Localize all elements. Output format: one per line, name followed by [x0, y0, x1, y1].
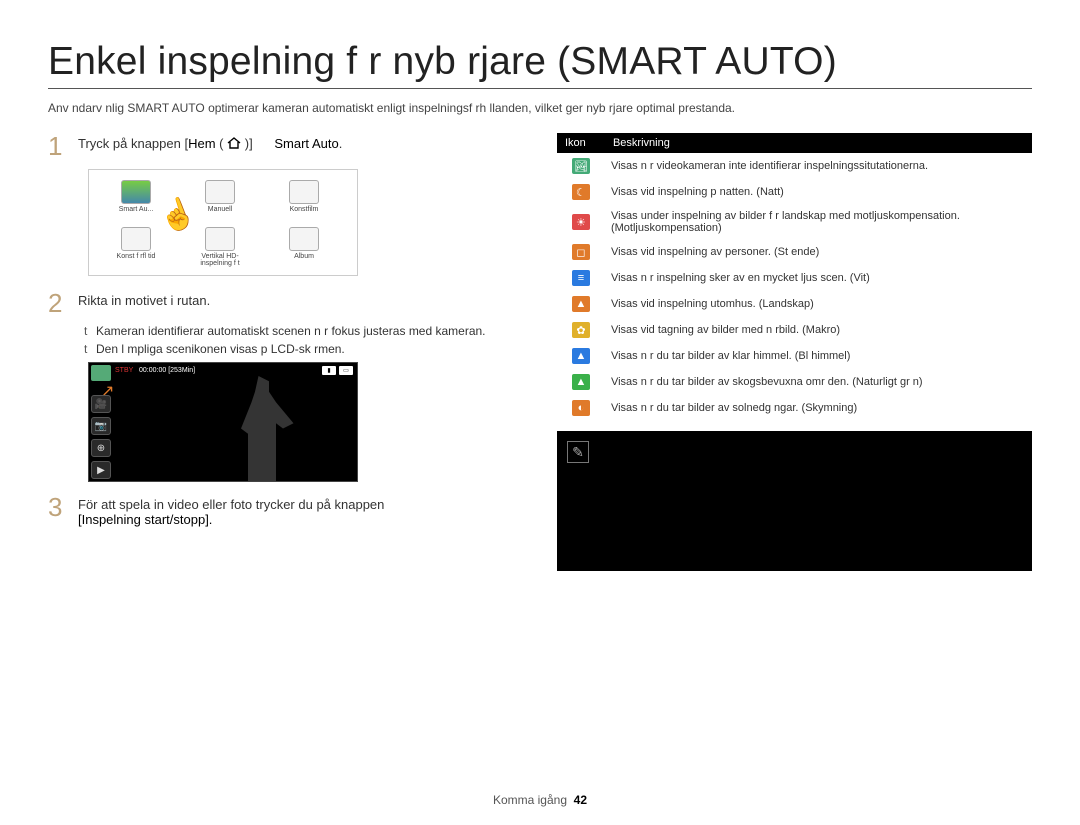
- footer-section: Komma igång: [493, 793, 567, 807]
- scene-desc: Visas n r inspelning sker av en mycket l…: [605, 265, 1032, 291]
- scene-desc: Visas vid inspelning av personer. (St en…: [605, 239, 1032, 265]
- scene-icon: ✿: [572, 322, 590, 338]
- mode-video-icon: 🎥: [91, 395, 111, 413]
- scene-desc: Visas n r du tar bilder av klar himmel. …: [605, 343, 1032, 369]
- scene-icon: ◻: [572, 244, 590, 260]
- home-icon: [227, 137, 241, 152]
- home-tile: Manuell: [189, 180, 251, 213]
- step-3: 3 För att spela in video eller foto tryc…: [48, 494, 533, 527]
- step3-text-a: För att spela in video eller foto trycke…: [78, 497, 384, 512]
- scene-desc: Visas n r du tar bilder av skogsbevuxna …: [605, 369, 1032, 395]
- table-row: ✿ Visas vid tagning av bilder med n rbild…: [557, 317, 1032, 343]
- step1-dot: .: [339, 136, 343, 151]
- scene-desc: Visas n r du tar bilder av solnedg ngar.…: [605, 395, 1032, 421]
- camera-lcd-preview: STBY 00:00:00 [253Min] ↗ 🎥 📷 ⊕ ▶ ▮ ▭: [88, 362, 358, 482]
- scene-icon: ☾: [572, 184, 590, 200]
- paren-open: (: [219, 136, 223, 151]
- table-row: ☀ Visas under inspelning av bilder f r la…: [557, 205, 1032, 239]
- step2-bullet: Kameran identifierar automatiskt scenen …: [84, 324, 533, 338]
- camera-home-screen: Smart Au...ManuellKonstfilmKonst f rfl t…: [88, 169, 358, 276]
- table-row: ▲ Visas n r du tar bilder av skogsbevuxna…: [557, 369, 1032, 395]
- scene-icon: ☀: [572, 214, 590, 230]
- scene-icon: ≡: [572, 270, 590, 286]
- page-title: Enkel inspelning f r nyb rjare (SMART AU…: [48, 40, 1032, 89]
- play-icon: ▶: [91, 461, 111, 479]
- home-tile: Konstfilm: [273, 180, 335, 213]
- paren-close: )]: [245, 136, 253, 151]
- table-row: ◻ Visas vid inspelning av personer. (St e…: [557, 239, 1032, 265]
- scene-icon-table: Ikon Beskrivning 🏞 Visas n r videokameran…: [557, 133, 1032, 421]
- scene-icon: 🏞: [572, 158, 590, 174]
- note-icon: ✎: [567, 441, 589, 463]
- scene-icon: ▲: [572, 374, 590, 390]
- scene-icon: ▲: [572, 348, 590, 364]
- intro-text: Anv ndarv nlig SMART AUTO optimerar kame…: [48, 101, 1032, 115]
- step2-text: Rikta in motivet i rutan.: [78, 290, 210, 308]
- scene-desc: Visas vid inspelning p natten. (Natt): [605, 179, 1032, 205]
- table-row: ☾ Visas vid inspelning p natten. (Natt): [557, 179, 1032, 205]
- step-number: 1: [48, 133, 68, 159]
- table-header-beskrivning: Beskrivning: [605, 133, 1032, 153]
- step-number: 3: [48, 494, 68, 520]
- step3-text-b: [Inspelning start/stopp].: [78, 512, 212, 527]
- step1-smart: Smart Auto: [274, 136, 338, 151]
- mode-photo-icon: 📷: [91, 417, 111, 435]
- step1-home: Hem: [188, 136, 215, 151]
- scene-desc: Visas vid inspelning utomhus. (Landskap): [605, 291, 1032, 317]
- preview-thumb: [91, 365, 111, 381]
- table-row: ▲ Visas n r du tar bilder av klar himmel.…: [557, 343, 1032, 369]
- footer-page: 42: [574, 793, 587, 807]
- table-row: ▲ Visas vid inspelning utomhus. (Landskap…: [557, 291, 1032, 317]
- scene-desc: Visas vid tagning av bilder med n rbild.…: [605, 317, 1032, 343]
- page-footer: Komma igång 42: [0, 793, 1080, 807]
- step-1: 1 Tryck på knappen [Hem ( )] Smart Auto.: [48, 133, 533, 159]
- table-header-ikon: Ikon: [557, 133, 605, 153]
- golfer-silhouette: [227, 376, 297, 481]
- table-row: ≡ Visas n r inspelning sker av en mycket …: [557, 265, 1032, 291]
- step2-bullet: Den l mpliga scenikonen visas p LCD-sk r…: [84, 342, 533, 356]
- table-row: 🏞 Visas n r videokameran inte identifiera…: [557, 153, 1032, 179]
- note-block: ✎: [557, 431, 1032, 571]
- step-2: 2 Rikta in motivet i rutan.: [48, 290, 533, 316]
- home-tile: Album: [273, 227, 335, 267]
- zoom-icon: ⊕: [91, 439, 111, 457]
- table-row: ◐ Visas n r du tar bilder av solnedg ngar…: [557, 395, 1032, 421]
- battery-icon: ▮: [322, 366, 336, 375]
- scene-desc: Visas n r videokameran inte identifierar…: [605, 153, 1032, 179]
- scene-icon: ▲: [572, 296, 590, 312]
- home-tile: Konst f rfl tid: [105, 227, 167, 267]
- scene-desc: Visas under inspelning av bilder f r lan…: [605, 205, 1032, 239]
- time-label: 00:00:00 [253Min]: [139, 367, 195, 374]
- step1-pre: Tryck på knappen [: [78, 136, 188, 151]
- home-tile: Vertikal HD-inspelning f t: [189, 227, 251, 267]
- step-number: 2: [48, 290, 68, 316]
- scene-icon: ◐: [572, 400, 590, 416]
- card-icon: ▭: [339, 366, 353, 375]
- stby-label: STBY: [115, 367, 133, 374]
